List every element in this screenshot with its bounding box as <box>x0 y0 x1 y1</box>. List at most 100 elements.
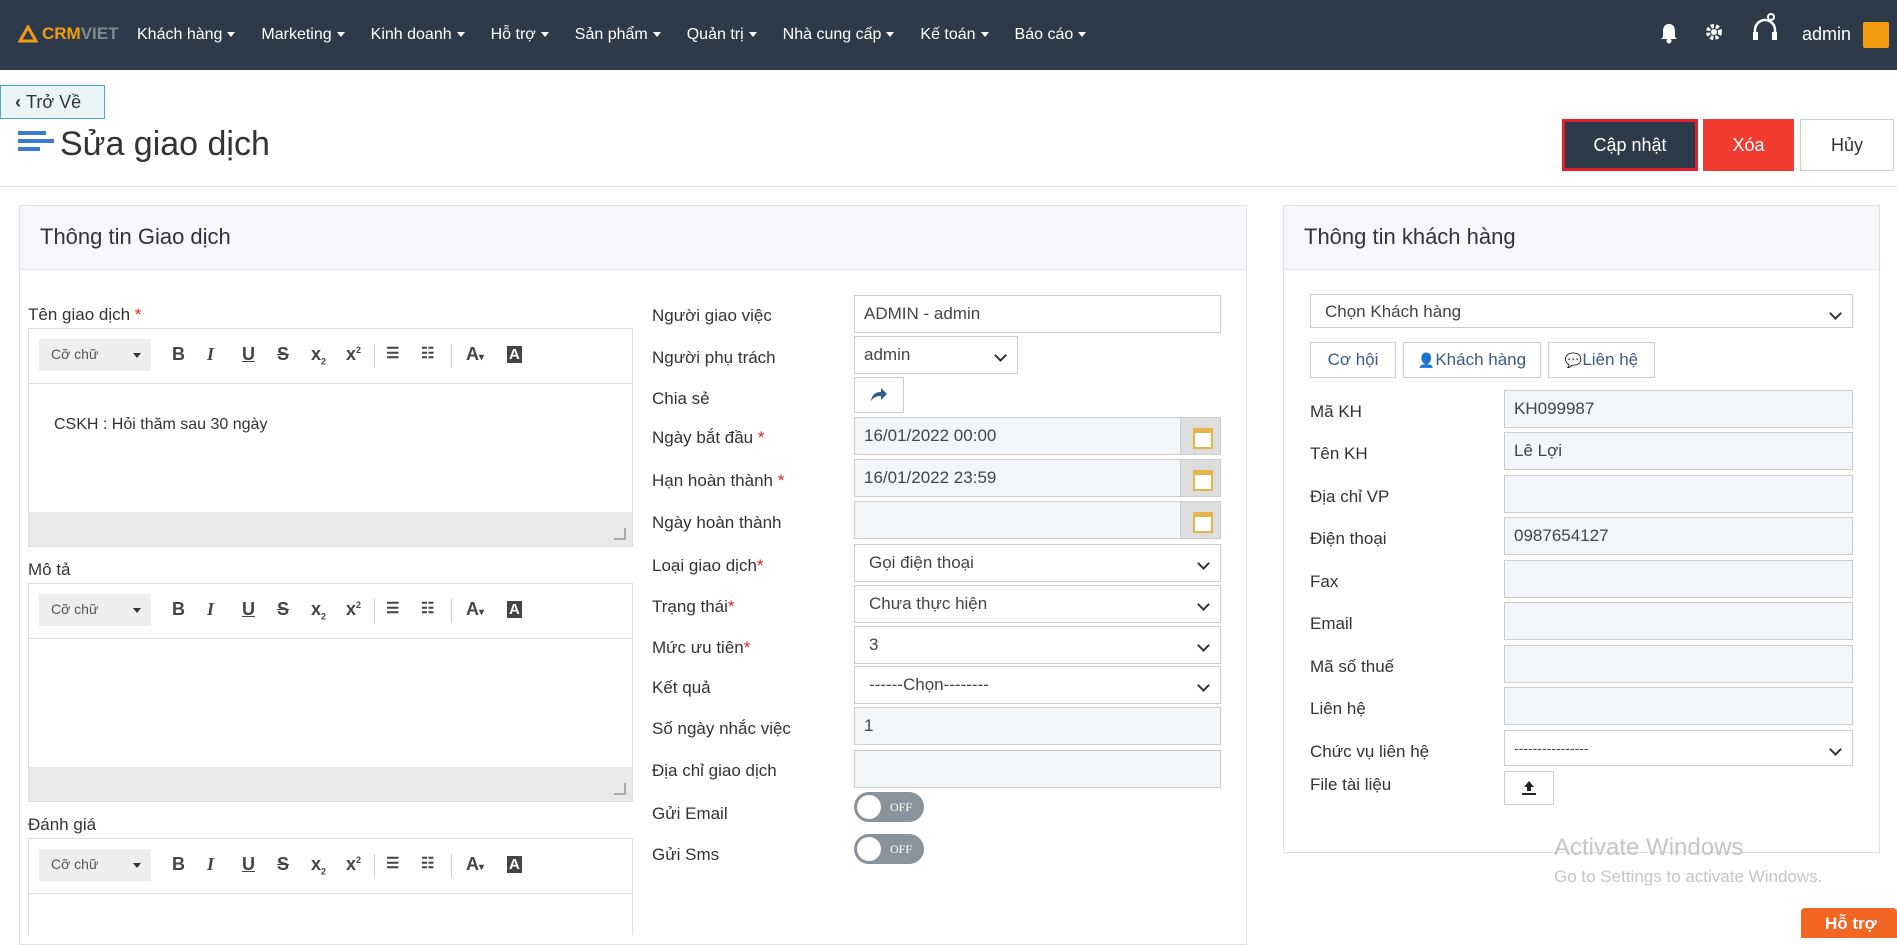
description-editor[interactable]: Cỡ chữ B I U S x2 x2 ☰ ☷ A▾ A <box>28 583 633 802</box>
back-button[interactable]: ‹ Trở Về <box>0 85 105 119</box>
background-color-icon[interactable]: A <box>507 346 522 363</box>
type-select[interactable]: Gọi điện thoại <box>854 544 1221 582</box>
font-color-icon[interactable]: A▾ <box>466 854 484 875</box>
office-address-field[interactable] <box>1504 475 1853 513</box>
menu-khach-hang[interactable]: Khách hàng <box>137 26 236 44</box>
menu-ho-tro[interactable]: Hỗ trợ <box>491 26 549 44</box>
fax-field[interactable] <box>1504 560 1853 598</box>
share-button[interactable] <box>854 377 904 413</box>
superscript-icon[interactable]: x2 <box>346 599 361 620</box>
unordered-list-icon[interactable]: ☷ <box>421 599 434 617</box>
bold-icon[interactable]: B <box>172 599 185 620</box>
font-color-icon[interactable]: A▾ <box>466 344 484 365</box>
support-button[interactable]: Hỗ trợ <box>1801 908 1897 938</box>
email-field[interactable] <box>1504 602 1853 640</box>
customer-select[interactable]: Chọn Khách hàng <box>1310 294 1853 328</box>
fax-label: Fax <box>1310 572 1339 591</box>
gear-icon[interactable] <box>1704 22 1724 42</box>
italic-icon[interactable]: I <box>207 854 214 875</box>
strikethrough-icon[interactable]: S <box>277 344 289 365</box>
customer-name-field[interactable]: Lê Lợi <box>1504 432 1853 470</box>
caret-icon <box>748 32 757 38</box>
font-size-select[interactable]: Cỡ chữ <box>39 594 151 626</box>
priority-label: Mức ưu tiên* <box>652 638 751 657</box>
font-size-select[interactable]: Cỡ chữ <box>39 339 151 371</box>
menu-san-pham[interactable]: Sản phẩm <box>575 26 661 44</box>
calendar-icon[interactable] <box>1180 418 1220 454</box>
background-color-icon[interactable]: A <box>507 601 522 618</box>
strikethrough-icon[interactable]: S <box>277 599 289 620</box>
strikethrough-icon[interactable]: S <box>277 854 289 875</box>
logo-icon <box>18 25 38 43</box>
assigner-field[interactable]: ADMIN - admin <box>854 295 1221 333</box>
name-editor[interactable]: Cỡ chữ B I U S x2 x2 ☰ ☷ A▾ A CSKH : Hỏi… <box>28 328 633 547</box>
owner-select[interactable]: admin <box>854 336 1018 374</box>
contact-field[interactable] <box>1504 687 1853 725</box>
calendar-icon[interactable] <box>1180 502 1220 538</box>
bell-icon[interactable] <box>1659 22 1679 44</box>
headset-icon[interactable] <box>1751 12 1779 46</box>
deadline-field[interactable]: 16/01/2022 23:59 <box>854 459 1221 497</box>
priority-select[interactable]: 3 <box>854 626 1221 664</box>
subscript-icon[interactable]: x2 <box>311 599 326 622</box>
ordered-list-icon[interactable]: ☰ <box>386 854 399 872</box>
start-label: Ngày bắt đầu * <box>652 428 765 447</box>
underline-icon[interactable]: U <box>242 599 255 620</box>
evaluation-editor[interactable]: Cỡ chữ B I U S x2 x2 ☰ ☷ A▾ A <box>28 838 633 935</box>
menu-kinh-doanh[interactable]: Kinh doanh <box>371 26 465 44</box>
remind-days-field[interactable]: 1 <box>854 707 1221 745</box>
logo[interactable]: CRM VIET <box>18 24 119 44</box>
italic-icon[interactable]: I <box>207 344 214 365</box>
tab-opportunity[interactable]: Cơ hội <box>1310 342 1396 378</box>
font-size-select[interactable]: Cỡ chữ <box>39 849 151 881</box>
delete-button[interactable]: Xóa <box>1703 119 1794 171</box>
tax-code-field[interactable] <box>1504 645 1853 683</box>
ordered-list-icon[interactable]: ☰ <box>386 344 399 362</box>
bold-icon[interactable]: B <box>172 344 185 365</box>
font-color-icon[interactable]: A▾ <box>466 599 484 620</box>
upload-button[interactable] <box>1504 771 1554 805</box>
update-button[interactable]: Cập nhật <box>1562 119 1698 171</box>
send-sms-toggle[interactable]: OFF <box>854 834 924 864</box>
menu-bao-cao[interactable]: Báo cáo <box>1015 26 1087 44</box>
status-select[interactable]: Chưa thực hiện <box>854 585 1221 623</box>
underline-icon[interactable]: U <box>242 344 255 365</box>
tab-customer[interactable]: 👤 Khách hàng <box>1403 342 1541 378</box>
bold-icon[interactable]: B <box>172 854 185 875</box>
cancel-button[interactable]: Hủy <box>1800 119 1894 171</box>
superscript-icon[interactable]: x2 <box>346 854 361 875</box>
menu-marketing[interactable]: Marketing <box>261 26 345 44</box>
avatar[interactable] <box>1863 22 1889 48</box>
menu-nha-cung-cap[interactable]: Nhà cung cấp <box>783 26 895 44</box>
tab-contact[interactable]: 💬 Liên hệ <box>1548 342 1655 378</box>
subscript-icon[interactable]: x2 <box>311 854 326 877</box>
superscript-icon[interactable]: x2 <box>346 344 361 365</box>
background-color-icon[interactable]: A <box>507 856 522 873</box>
phone-field[interactable]: 0987654127 <box>1504 517 1853 555</box>
contact-position-select[interactable]: ---------------- <box>1504 730 1853 766</box>
comments-icon: 💬 <box>1564 351 1583 368</box>
send-email-toggle[interactable]: OFF <box>854 792 924 822</box>
subscript-icon[interactable]: x2 <box>311 344 326 367</box>
menu-quan-tri[interactable]: Quản trị <box>687 26 757 44</box>
start-date-field[interactable]: 16/01/2022 00:00 <box>854 417 1221 455</box>
menu-ke-toan[interactable]: Kế toán <box>920 26 989 44</box>
user-name[interactable]: admin <box>1802 24 1851 45</box>
calendar-icon[interactable] <box>1180 460 1220 496</box>
logo-text-a: CRM <box>42 24 81 43</box>
done-date-field[interactable] <box>854 501 1221 539</box>
result-select[interactable]: ------Chọn-------- <box>854 666 1221 704</box>
caret-icon <box>1078 32 1087 38</box>
assigner-label: Người giao việc <box>652 306 772 325</box>
italic-icon[interactable]: I <box>207 599 214 620</box>
resize-handle[interactable] <box>29 512 632 546</box>
customer-code-field[interactable]: KH099987 <box>1504 390 1853 428</box>
unordered-list-icon[interactable]: ☷ <box>421 854 434 872</box>
name-editor-content[interactable]: CSKH : Hỏi thăm sau 30 ngày <box>29 384 632 512</box>
address-field[interactable] <box>854 750 1221 788</box>
unordered-list-icon[interactable]: ☷ <box>421 344 434 362</box>
underline-icon[interactable]: U <box>242 854 255 875</box>
resize-handle[interactable] <box>29 767 632 801</box>
ordered-list-icon[interactable]: ☰ <box>386 599 399 617</box>
description-editor-content[interactable] <box>29 639 632 767</box>
